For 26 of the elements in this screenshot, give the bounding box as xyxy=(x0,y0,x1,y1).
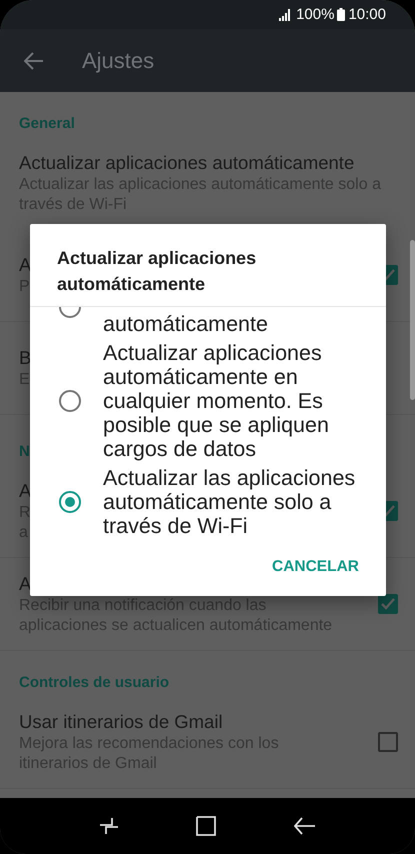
section-header: N xyxy=(19,443,30,461)
option-label[interactable]: automáticamente xyxy=(103,312,268,336)
dialog-title: Actualizar aplicaciones automáticamente xyxy=(30,224,386,307)
recent-apps-icon[interactable] xyxy=(98,816,119,836)
battery-percent: 100% xyxy=(296,6,334,23)
setting-title: Actualizar aplicaciones automáticamente xyxy=(19,151,354,175)
setting-title: A xyxy=(19,572,32,596)
clock-time: 10:00 xyxy=(348,6,386,23)
setting-title: A xyxy=(19,479,32,503)
setting-title: A xyxy=(19,253,32,277)
radio-button[interactable] xyxy=(59,491,81,513)
radio-button[interactable] xyxy=(59,390,81,412)
back-icon[interactable] xyxy=(294,816,316,836)
battery-icon xyxy=(337,8,346,21)
option-label[interactable]: Actualizar las aplicaciones automáticamente solo a través de Wi-Fi xyxy=(103,466,359,538)
section-header: General xyxy=(19,115,75,133)
home-icon[interactable] xyxy=(196,816,216,836)
cancel-button[interactable]: CANCELAR xyxy=(263,550,368,584)
checkbox[interactable] xyxy=(378,594,398,614)
section-header: Controles de usuario xyxy=(19,674,170,692)
screen-title: Ajustes xyxy=(82,48,154,74)
setting-title: B xyxy=(19,346,32,370)
checkbox[interactable] xyxy=(378,732,398,752)
option-label[interactable]: Actualizar aplicaciones automáticamente en cualquier momento. Es posible que se apliquen cargos de datos xyxy=(103,341,359,461)
back-arrow-icon[interactable] xyxy=(24,52,44,70)
setting-title: Usar itinerarios de Gmail xyxy=(19,710,223,734)
